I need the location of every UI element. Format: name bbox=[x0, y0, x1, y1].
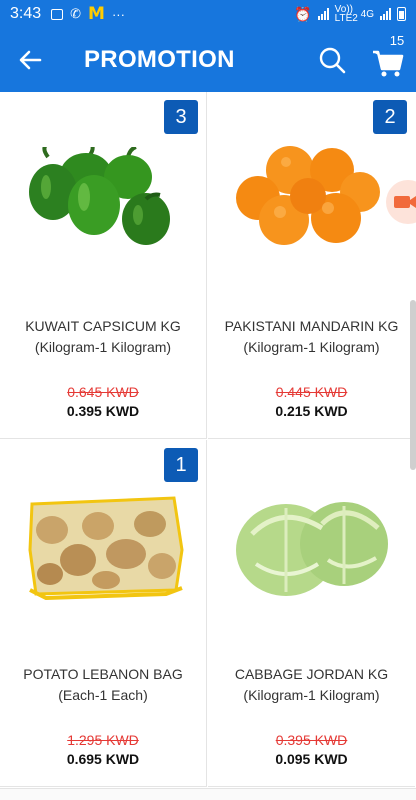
product-name: CABBAGE JORDAN KG (Kilogram-1 Kilogram) bbox=[234, 666, 389, 703]
cart-quantity-badge: 2 bbox=[373, 100, 407, 134]
mandarin-oranges-image bbox=[236, 146, 380, 245]
network-type-label: 4G bbox=[360, 8, 374, 20]
signal2-icon bbox=[380, 8, 391, 20]
product-card-cabbage[interactable]: CABBAGE JORDAN KG (Kilogram-1 Kilogram) … bbox=[208, 440, 415, 787]
product-grid: 3 KUWAIT CAPSICUM KG (Kilogram-1 Kilogra… bbox=[0, 92, 416, 800]
network-label: Vo)) LTE2 bbox=[334, 4, 358, 24]
product-old-price: 1.295 KWD bbox=[67, 732, 139, 748]
cart-quantity-badge: 3 bbox=[164, 100, 198, 134]
product-name: POTATO LEBANON BAG (Each-1 Each) bbox=[23, 666, 183, 703]
green-capsicum-image bbox=[29, 147, 170, 245]
status-bar: 3:43 ✆ M ··· ⏰ Vo)) LTE2 4G bbox=[0, 0, 416, 28]
next-row-edge bbox=[0, 788, 416, 800]
alarm-icon: ⏰ bbox=[294, 5, 312, 22]
product-card-potato[interactable]: 1 POTATO LEBANON BAG (Each-1 Each) 1.295… bbox=[0, 440, 207, 787]
product-new-price: 0.215 KWD bbox=[275, 403, 348, 419]
status-time: 3:43 bbox=[10, 5, 42, 22]
scrollbar-thumb[interactable] bbox=[410, 300, 416, 470]
product-old-price: 0.395 KWD bbox=[275, 732, 348, 748]
cart-count-badge: 15 bbox=[384, 32, 410, 50]
cart-quantity-badge: 1 bbox=[164, 448, 198, 482]
product-card-mandarin[interactable]: 2 PAKISTANI MANDARIN KG (Kilogram-1 Kilo… bbox=[208, 92, 415, 439]
cabbage-image bbox=[236, 502, 388, 596]
product-name: KUWAIT CAPSICUM KG (Kilogram-1 Kilogram) bbox=[25, 318, 181, 355]
back-arrow-icon[interactable] bbox=[14, 44, 46, 76]
product-new-price: 0.695 KWD bbox=[66, 751, 140, 767]
product-new-price: 0.395 KWD bbox=[66, 403, 140, 419]
product-name: PAKISTANI MANDARIN KG (Kilogram-1 Kilogr… bbox=[224, 318, 399, 355]
app-bar: PROMOTION 15 bbox=[0, 28, 416, 92]
mcdonalds-icon: M bbox=[88, 4, 105, 24]
search-icon[interactable] bbox=[317, 45, 347, 75]
product-old-price: 0.645 KWD bbox=[67, 384, 139, 400]
battery-icon bbox=[397, 7, 406, 21]
page-title: PROMOTION bbox=[84, 46, 235, 73]
signal-icon bbox=[317, 8, 329, 20]
image-icon bbox=[51, 8, 64, 20]
product-new-price: 0.095 KWD bbox=[275, 751, 348, 767]
more-icon: ··· bbox=[111, 6, 125, 22]
product-old-price: 0.445 KWD bbox=[275, 384, 348, 400]
phone-icon: ✆ bbox=[70, 6, 82, 21]
video-camera-icon bbox=[394, 196, 416, 208]
product-card-capsicum[interactable]: 3 KUWAIT CAPSICUM KG (Kilogram-1 Kilogra… bbox=[0, 92, 207, 439]
video-call-fab[interactable] bbox=[386, 180, 416, 224]
potato-bag-image bbox=[28, 496, 184, 600]
